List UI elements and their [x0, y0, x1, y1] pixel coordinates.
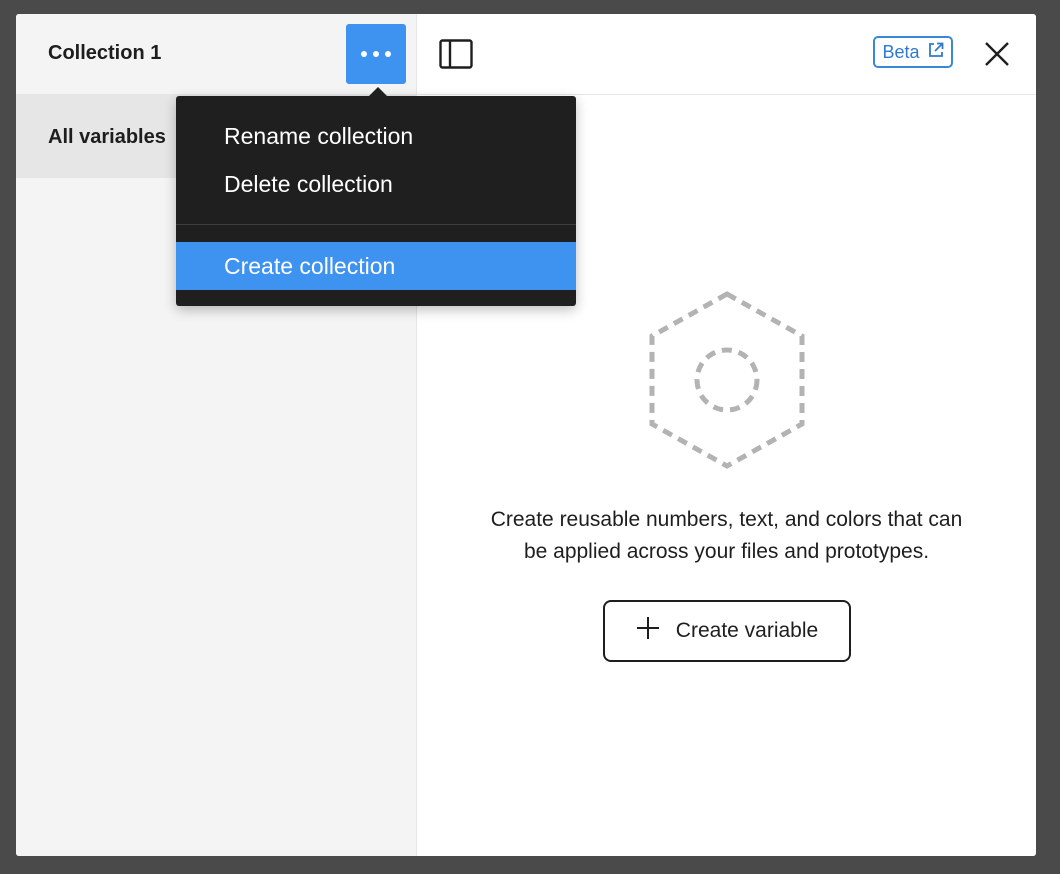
menu-item-delete-collection[interactable]: Delete collection [176, 160, 576, 208]
menu-divider [176, 224, 576, 225]
variables-modal: Collection 1 All variables Beta Create r… [16, 14, 1036, 856]
external-link-icon [928, 42, 944, 63]
plus-icon [636, 616, 660, 646]
create-variable-label: Create variable [675, 619, 819, 642]
menu-pointer [369, 87, 387, 96]
empty-state-line: Create reusable numbers, text, and color… [490, 508, 963, 531]
more-icon-dot [373, 51, 379, 57]
more-icon-dot [385, 51, 391, 57]
main-header: Beta [417, 14, 1036, 95]
hexagon-variable-icon [647, 290, 807, 470]
close-icon[interactable] [983, 40, 1011, 68]
beta-label: Beta [882, 41, 920, 62]
more-icon-dot [361, 51, 367, 57]
sidebar-panel-icon[interactable] [439, 38, 473, 70]
menu-item-rename-collection[interactable]: Rename collection [176, 112, 576, 160]
sidebar-item-label: All variables [48, 126, 166, 148]
menu-item-create-collection[interactable]: Create collection [176, 242, 576, 290]
collection-title: Collection 1 [48, 42, 162, 64]
beta-badge[interactable]: Beta [873, 36, 953, 68]
collection-options-button[interactable] [346, 24, 406, 84]
collection-options-menu: Rename collection Delete collection Crea… [176, 87, 576, 306]
sidebar-header: Collection 1 [16, 14, 416, 94]
empty-state-description: Create reusable numbers, text, and color… [437, 504, 1016, 568]
empty-state-line: be applied across your files and prototy… [523, 540, 930, 563]
create-variable-button[interactable]: Create variable [603, 600, 851, 662]
